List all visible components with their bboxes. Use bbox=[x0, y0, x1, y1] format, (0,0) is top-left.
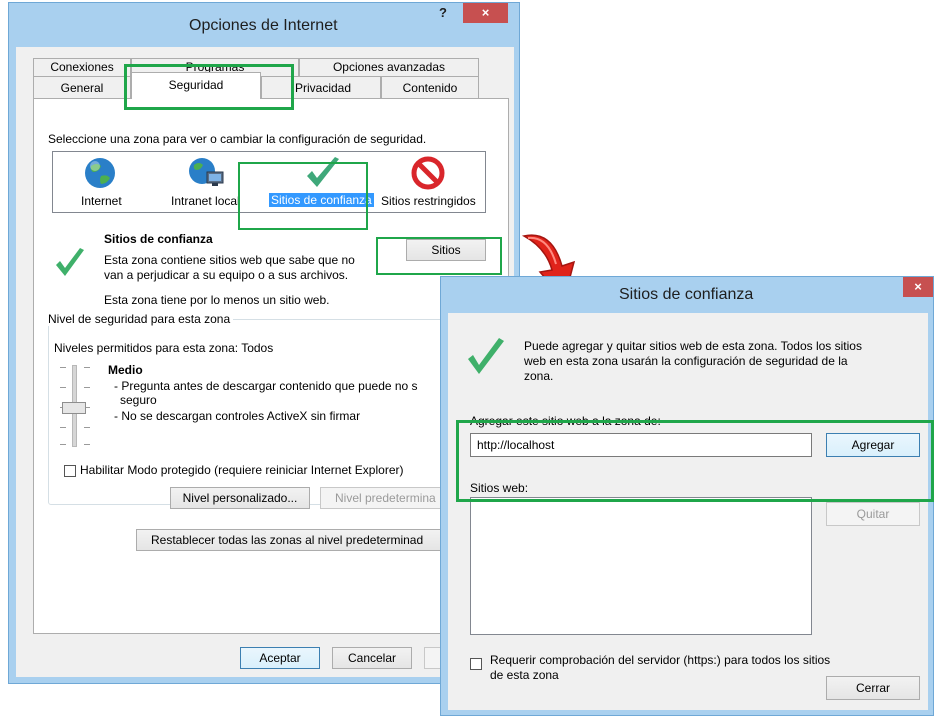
slider-tick bbox=[60, 444, 66, 445]
tab-contenido[interactable]: Contenido bbox=[381, 76, 479, 98]
slider-tick bbox=[84, 367, 90, 368]
security-level-group-label: Nivel de seguridad para esta zona bbox=[48, 312, 234, 326]
tab-seguridad[interactable]: Seguridad bbox=[131, 72, 261, 99]
slider-tick bbox=[60, 367, 66, 368]
title-bar[interactable]: Opciones de Internet ? × bbox=[9, 3, 519, 34]
close-dialog-button[interactable]: Cerrar bbox=[826, 676, 920, 700]
info-line3: zona. bbox=[524, 369, 554, 383]
zone-internet-label: Internet bbox=[81, 194, 122, 208]
zone-site-count: Esta zona tiene por lo menos un sitio we… bbox=[104, 293, 330, 307]
slider-thumb[interactable] bbox=[62, 402, 86, 414]
remove-button[interactable]: Quitar bbox=[826, 502, 920, 526]
zone-restricted-sites[interactable]: Sitios restringidos bbox=[381, 154, 481, 210]
tab-conexiones[interactable]: Conexiones bbox=[33, 58, 131, 76]
zone-desc-line1: Esta zona contiene sitios web que sabe q… bbox=[104, 253, 355, 267]
level-desc-1: - Pregunta antes de descargar contenido … bbox=[114, 379, 418, 393]
info-check-icon bbox=[468, 338, 504, 374]
zone-internet[interactable]: Internet bbox=[69, 154, 139, 210]
tab-opciones-avanzadas[interactable]: Opciones avanzadas bbox=[299, 58, 479, 76]
trusted-dialog-title: Sitios de confianza bbox=[619, 286, 754, 303]
restricted-icon bbox=[411, 156, 445, 190]
close-button[interactable]: × bbox=[463, 3, 508, 23]
zone-desc-line2: van a perjudicar a su equipo o a sus arc… bbox=[104, 268, 349, 282]
info-line1: Puede agregar y quitar sitios web de est… bbox=[524, 339, 862, 353]
slider-tick bbox=[60, 427, 66, 428]
info-line2: web en esta zona usarán la configuración… bbox=[524, 354, 848, 368]
websites-list[interactable] bbox=[470, 497, 812, 635]
slider-tick bbox=[84, 444, 90, 445]
cancel-button[interactable]: Cancelar bbox=[332, 647, 412, 669]
trusted-title-bar[interactable]: Sitios de confianza × bbox=[441, 277, 933, 313]
slider-tick bbox=[84, 427, 90, 428]
https-line2: de esta zona bbox=[490, 668, 559, 682]
slider-tick bbox=[84, 387, 90, 388]
protected-mode-checkbox[interactable] bbox=[64, 465, 76, 477]
custom-level-button[interactable]: Nivel personalizado... bbox=[170, 487, 310, 509]
help-button[interactable]: ? bbox=[429, 3, 457, 23]
highlight-add-site-section bbox=[456, 420, 934, 502]
globe-icon bbox=[85, 158, 115, 188]
trusted-client-area: Puede agregar y quitar sitios web de est… bbox=[448, 313, 928, 710]
zone-check-icon bbox=[56, 248, 84, 276]
reset-all-zones-button[interactable]: Restablecer todas las zonas al nivel pre… bbox=[136, 529, 450, 551]
zone-title: Sitios de confianza bbox=[104, 232, 213, 246]
https-line1: Requerir comprobación del servidor (http… bbox=[490, 653, 831, 667]
highlight-trusted-zone bbox=[238, 162, 368, 230]
default-level-button[interactable]: Nivel predetermina bbox=[320, 487, 442, 509]
allowed-levels-text: Niveles permitidos para esta zona: Todos bbox=[54, 341, 274, 355]
trusted-close-button[interactable]: × bbox=[903, 277, 933, 297]
level-name: Medio bbox=[108, 363, 143, 377]
tab-general[interactable]: General bbox=[33, 76, 131, 98]
dialog-title: Opciones de Internet bbox=[189, 17, 338, 34]
intranet-icon bbox=[189, 158, 224, 186]
level-desc-2: seguro bbox=[120, 393, 157, 407]
level-desc-3: - No se descargan controles ActiveX sin … bbox=[114, 409, 361, 423]
zone-intranet-label: Intranet local bbox=[171, 194, 240, 208]
protected-mode-label: Habilitar Modo protegido (requiere reini… bbox=[80, 463, 404, 477]
zone-prompt: Seleccione una zona para ver o cambiar l… bbox=[48, 132, 427, 146]
security-level-slider[interactable] bbox=[54, 365, 98, 447]
slider-tick bbox=[60, 387, 66, 388]
ok-button[interactable]: Aceptar bbox=[240, 647, 320, 669]
zone-restricted-label: Sitios restringidos bbox=[381, 194, 476, 208]
https-checkbox[interactable] bbox=[470, 658, 482, 670]
highlight-sites-button bbox=[376, 237, 502, 275]
